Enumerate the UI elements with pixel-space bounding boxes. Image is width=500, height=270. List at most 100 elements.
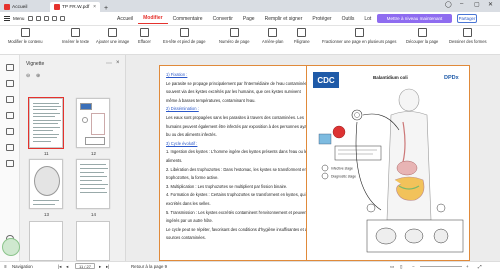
menu-tab-remplir[interactable]: Remplir et signer [260, 14, 308, 24]
next-page-icon[interactable]: ▸ [99, 264, 101, 270]
fit-width-icon[interactable]: ▯ [400, 264, 402, 270]
document-page-right[interactable]: CDC Balantidium coli DPDx Infective stag… [306, 65, 470, 261]
thumbnail-page[interactable] [29, 159, 63, 209]
add-image-button[interactable]: Ajouter une image [96, 28, 129, 44]
trophozoite-shape [375, 227, 397, 245]
page-number-button[interactable]: Numéro de page [219, 28, 250, 44]
cyst-shape [436, 203, 446, 213]
page-text-line: aliments. [166, 158, 183, 163]
attachment-icon[interactable] [6, 112, 14, 119]
zoom-in-thumbs-icon[interactable]: ⊕ [36, 73, 40, 79]
thumbnail-page[interactable] [76, 159, 110, 209]
page-text-line: 2) Dissémination : [166, 106, 199, 112]
watermark-button[interactable]: Filigrane [294, 28, 310, 44]
split-page-label: Fractionner une page en plusieurs pages [322, 39, 397, 44]
page-text-line: 3. Multiplication : Les trophozoïtes se … [166, 183, 288, 189]
tab-home[interactable]: Accueil [0, 2, 50, 12]
layers-icon[interactable] [6, 128, 14, 135]
edit-content-label: Modifier le contenu [8, 39, 43, 44]
assistant-icon[interactable] [2, 238, 20, 256]
zoom-out-thumbs-icon[interactable]: ⊖ [26, 73, 30, 79]
page-text-line: excrétés dans les selles. [166, 201, 211, 206]
tab-document[interactable]: TP FR.W.pdf × [50, 2, 100, 12]
thumbnail-page[interactable] [28, 97, 64, 149]
thumbnail-panel: Vignette ⋯ × ⊖ ⊕ 11 12 13 14 [20, 55, 126, 261]
menu-tab-lot[interactable]: Lot [359, 14, 376, 24]
zoom-out-icon[interactable]: − [412, 264, 415, 269]
bookmark-icon[interactable] [6, 80, 14, 87]
upgrade-button[interactable]: Mettre à niveau maintenant [377, 14, 452, 23]
first-page-icon[interactable]: |◂ [58, 264, 61, 270]
open-icon[interactable] [27, 16, 33, 21]
page-text-line: trophozoïtes, la forme active. [166, 175, 219, 181]
page-text-line: sources contaminées. [166, 235, 206, 241]
comment-icon[interactable] [6, 96, 14, 103]
edit-content-button[interactable]: Modifier le contenu [8, 28, 43, 44]
panel-options-icon[interactable]: ⋯ [106, 60, 112, 67]
menu-tab-modifier[interactable]: Modifier [138, 13, 168, 24]
menu-label[interactable]: Menu [13, 16, 25, 21]
prev-page-icon[interactable]: ◂ [66, 264, 68, 270]
print-icon[interactable] [43, 16, 49, 21]
navigation-icon[interactable]: ≡ [4, 264, 7, 269]
document-page-left[interactable]: 1) Fixation : Le parasite se propage prin… [159, 65, 323, 261]
menu-tab-commentaire[interactable]: Commentaire [168, 14, 208, 24]
diagram-title: Balantidium coli [373, 75, 408, 80]
new-tab-icon[interactable]: + [100, 5, 112, 12]
thumbnail-page[interactable] [29, 221, 63, 261]
maximize-icon[interactable]: ▢ [474, 1, 480, 8]
signature-icon[interactable] [6, 160, 14, 167]
page-text-line: ingérés par un autre hôte. [166, 218, 213, 224]
navigation-label[interactable]: Navigation [12, 264, 33, 269]
legend-marker-diagnostic [321, 172, 329, 180]
share-button[interactable]: Partager [457, 14, 477, 23]
crop-page-label: Découper la page [406, 39, 439, 44]
text-icon [71, 28, 81, 37]
undo-icon[interactable] [51, 16, 57, 21]
share-label: Partager [458, 16, 476, 21]
view-mode-icon[interactable]: ▭ [390, 264, 394, 270]
draw-shapes-button[interactable]: Dessiner des formes [449, 28, 487, 44]
erase-button[interactable]: Effacer [138, 28, 151, 44]
thumbnail-page[interactable] [76, 221, 110, 261]
zoom-in-icon[interactable]: + [466, 264, 469, 269]
menu-tab-proteger[interactable]: Protéger [307, 14, 336, 24]
background-label: Arrière-plan [262, 39, 284, 44]
crop-page-button[interactable]: Découper la page [406, 28, 438, 44]
thumbnail-icon[interactable] [6, 64, 14, 71]
split-page-button[interactable]: Fractionner une page en plusieurs pages [322, 28, 396, 44]
edit-content-icon [20, 28, 30, 37]
title-bar: Accueil TP FR.W.pdf × + ◯ – ▢ ✕ [0, 0, 500, 12]
legend-marker-infective [321, 164, 329, 172]
zoom-slider[interactable] [420, 266, 462, 267]
fullscreen-icon[interactable]: ⤢ [478, 264, 482, 269]
life-cycle-diagram: CDC Balantidium coli DPDx Infective stag… [313, 72, 464, 253]
account-icon[interactable]: ◯ [445, 1, 452, 8]
menu-tab-convertir[interactable]: Convertir [208, 14, 238, 24]
insert-text-button[interactable]: Insérer le texte [62, 28, 89, 44]
menu-tab-page[interactable]: Page [238, 14, 260, 24]
thumbnail-page[interactable] [76, 98, 110, 148]
menu-tab-outils[interactable]: Outils [337, 14, 360, 24]
insert-text-label: Insérer le texte [62, 39, 90, 44]
save-icon[interactable] [35, 16, 41, 21]
draw-shapes-label: Dessiner des formes [449, 39, 487, 44]
redo-icon[interactable] [59, 16, 65, 21]
search-panel-icon[interactable] [6, 144, 14, 151]
close-tab-icon[interactable]: × [93, 4, 96, 10]
header-footer-button[interactable]: En-tête et pied de page [163, 28, 206, 44]
background-button[interactable]: Arrière-plan [262, 28, 283, 44]
cyst-shape [351, 109, 363, 121]
thumbnail-number: 14 [91, 212, 96, 217]
hamburger-icon[interactable] [4, 16, 10, 21]
page-number-input[interactable]: 11 / 27 [75, 263, 95, 269]
last-page-icon[interactable]: ▸| [106, 264, 109, 270]
minimize-icon[interactable]: – [460, 1, 463, 7]
menu-tab-accueil[interactable]: Accueil [112, 14, 138, 24]
page-text-line: 3) Cycle évolutif : [166, 140, 198, 146]
back-to-page-link[interactable]: Retour à la page 9 [131, 264, 167, 269]
panel-close-icon[interactable]: × [116, 60, 120, 66]
close-window-icon[interactable]: ✕ [488, 1, 493, 8]
page-text-line: 2. Libération des trophozoïtes : Dans l'… [166, 166, 307, 172]
page-text-line: 1. Ingestion des kystes : L'homme ingère… [166, 149, 310, 155]
